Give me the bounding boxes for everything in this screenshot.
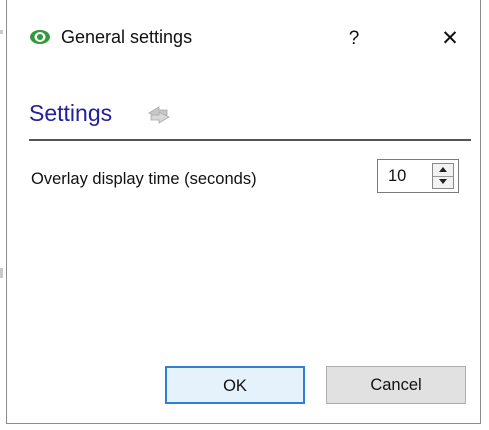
desktop-edge-mark	[0, 268, 3, 278]
section-title: Settings	[29, 100, 113, 126]
desktop-edge-mark	[0, 30, 3, 34]
overlay-display-time-label: Overlay display time (seconds)	[31, 170, 257, 188]
spin-buttons	[432, 163, 454, 189]
ok-button[interactable]: OK	[165, 366, 305, 404]
close-button[interactable]: ✕	[433, 22, 467, 56]
general-settings-dialog: General settings ? ✕ Settings Overlay di…	[6, 0, 481, 424]
help-button[interactable]: ?	[337, 22, 371, 56]
section-divider	[29, 139, 471, 141]
eye-icon	[30, 30, 50, 44]
cancel-button[interactable]: Cancel	[326, 366, 466, 404]
spin-down-button[interactable]	[433, 176, 453, 188]
settings-section-header: Settings	[29, 94, 471, 142]
refresh-arrows-icon[interactable]	[145, 102, 173, 128]
screen: General settings ? ✕ Settings Overlay di…	[0, 0, 489, 430]
dialog-title: General settings	[61, 27, 193, 47]
overlay-display-time-spinbox[interactable]	[377, 159, 459, 193]
title-bar: General settings ? ✕	[7, 0, 480, 82]
overlay-display-time-input[interactable]	[378, 160, 430, 192]
